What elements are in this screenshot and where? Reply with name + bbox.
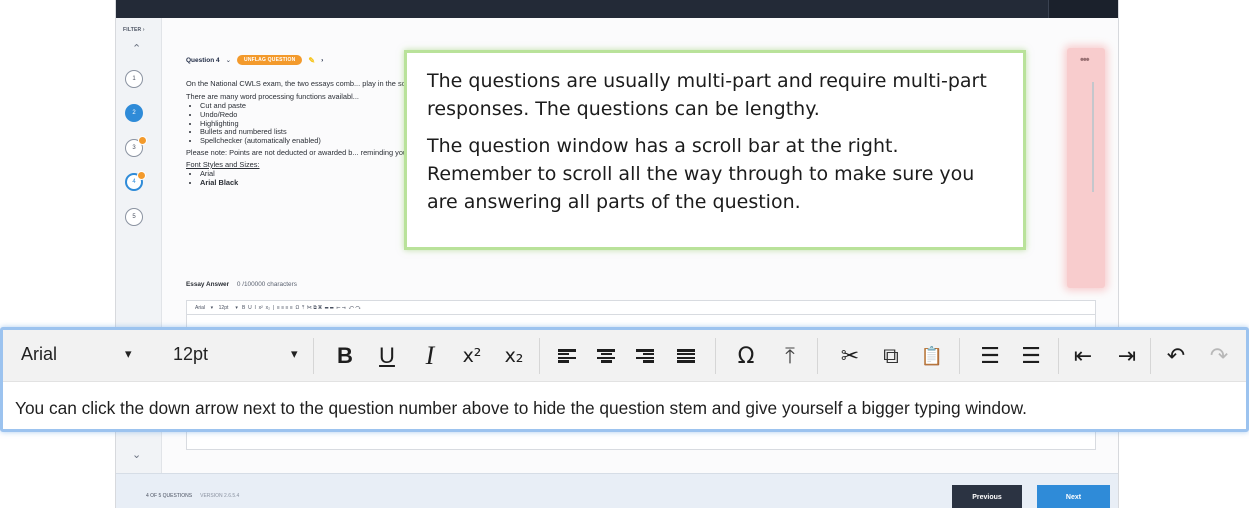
top-bar bbox=[116, 0, 1118, 18]
flag-icon bbox=[137, 171, 146, 180]
italic-icon[interactable]: I bbox=[415, 340, 445, 372]
superscript-icon[interactable]: x² bbox=[457, 340, 487, 372]
question-title: Question 4 bbox=[186, 56, 220, 64]
next-arrow-icon[interactable]: › bbox=[321, 57, 323, 64]
toolbar-divider bbox=[539, 338, 540, 374]
align-right-icon[interactable] bbox=[630, 340, 660, 372]
toolbar-divider bbox=[313, 338, 314, 374]
essay-answer-label: Essay Answer 0 /100000 characters bbox=[186, 281, 297, 288]
copy-icon[interactable]: ⧉ bbox=[876, 340, 906, 372]
footer-bar: 4 OF 5 QUESTIONS VERSION 2.6.5.4 Previous… bbox=[116, 473, 1118, 508]
callout-paragraph-2: The question window has a scroll bar at … bbox=[427, 135, 975, 213]
question-scrollbar[interactable] bbox=[1092, 82, 1094, 192]
chevron-down-icon[interactable]: ⌄ bbox=[132, 448, 141, 461]
question-header: Question 4 ⌄ UNFLAG QUESTION ✎ › bbox=[186, 55, 323, 65]
numbered-list-icon[interactable]: ☰ bbox=[975, 340, 1005, 372]
question-nav-4[interactable]: 4 bbox=[125, 171, 146, 191]
cut-icon[interactable]: ✂ bbox=[835, 340, 865, 372]
align-center-icon[interactable] bbox=[591, 340, 621, 372]
question-nav-3[interactable]: 3 bbox=[125, 136, 147, 157]
toolbar-divider bbox=[1150, 338, 1151, 374]
flag-icon bbox=[138, 136, 147, 145]
toolbar-divider bbox=[817, 338, 818, 374]
bold-icon[interactable]: B bbox=[330, 340, 360, 372]
align-left-icon[interactable] bbox=[552, 340, 582, 372]
progress-status: 4 OF 5 QUESTIONS VERSION 2.6.5.4 bbox=[146, 493, 240, 499]
unflag-question-button[interactable]: UNFLAG QUESTION bbox=[237, 55, 303, 65]
version-label: VERSION 2.6.5.4 bbox=[200, 493, 240, 499]
zoom-hint-text: You can click the down arrow next to the… bbox=[15, 398, 1027, 418]
collapse-question-icon[interactable]: ⌄ bbox=[226, 56, 231, 64]
question-nav-2[interactable]: 2 bbox=[125, 104, 143, 122]
highlighter-icon[interactable]: ✎ bbox=[308, 56, 315, 65]
zoomed-toolbar-callout: Arial ▾ 12pt ▾ B U I x² x₂ Ω ⤒ ✂ ⧉ 📋 ☰ ☰ bbox=[0, 327, 1249, 432]
chevron-down-icon[interactable]: ▾ bbox=[291, 346, 298, 362]
scrollbar-highlight bbox=[1067, 48, 1105, 288]
callout-box: The questions are usually multi-part and… bbox=[404, 50, 1026, 250]
toolbar-divider bbox=[959, 338, 960, 374]
horizontal-line-icon[interactable]: ⤒ bbox=[775, 340, 805, 372]
filter-button[interactable]: FILTER › bbox=[123, 27, 145, 33]
editor-toolbar-small: Arial ▾ 12pt ▾ B U I x² x₂ | ≡ ≡ ≡ ≡ Ω ⤒… bbox=[186, 300, 1096, 315]
font-family-select[interactable]: Arial bbox=[21, 344, 57, 365]
bulleted-list-icon[interactable]: ☰ bbox=[1016, 340, 1046, 372]
callout-paragraph-1: The questions are usually multi-part and… bbox=[427, 70, 987, 120]
outdent-icon[interactable]: ⇤ bbox=[1068, 340, 1098, 372]
indent-icon[interactable]: ⇥ bbox=[1112, 340, 1142, 372]
toolbar-divider bbox=[715, 338, 716, 374]
tutorial-screenshot: FILTER › ⌃ 1 2 3 4 5 ⌄ Question 4 ⌄ UNFL… bbox=[0, 0, 1249, 508]
underline-icon[interactable]: U bbox=[372, 340, 402, 372]
next-button[interactable]: Next bbox=[1037, 485, 1110, 508]
editor-toolbar: Arial ▾ 12pt ▾ B U I x² x₂ Ω ⤒ ✂ ⧉ 📋 ☰ ☰ bbox=[3, 330, 1246, 382]
question-nav-1[interactable]: 1 bbox=[125, 70, 143, 88]
size-select-small[interactable]: 12pt bbox=[219, 305, 229, 311]
question-nav-5[interactable]: 5 bbox=[125, 208, 143, 226]
special-character-icon[interactable]: Ω bbox=[731, 340, 761, 372]
toolbar-divider bbox=[1058, 338, 1059, 374]
justify-icon[interactable] bbox=[671, 340, 701, 372]
previous-button[interactable]: Previous bbox=[952, 485, 1022, 508]
undo-icon[interactable]: ↶ bbox=[1161, 340, 1191, 372]
font-size-select[interactable]: 12pt bbox=[173, 344, 208, 365]
chevron-up-icon[interactable]: ⌃ bbox=[132, 42, 141, 55]
paste-icon[interactable]: 📋 bbox=[917, 340, 947, 372]
redo-icon[interactable]: ↷ bbox=[1204, 340, 1234, 372]
character-count: 0 /100000 characters bbox=[236, 281, 297, 288]
font-select-small[interactable]: Arial bbox=[195, 305, 205, 311]
subscript-icon[interactable]: x₂ bbox=[499, 340, 529, 372]
top-bar-right-block bbox=[1048, 0, 1118, 18]
chevron-down-icon[interactable]: ▾ bbox=[125, 346, 132, 362]
